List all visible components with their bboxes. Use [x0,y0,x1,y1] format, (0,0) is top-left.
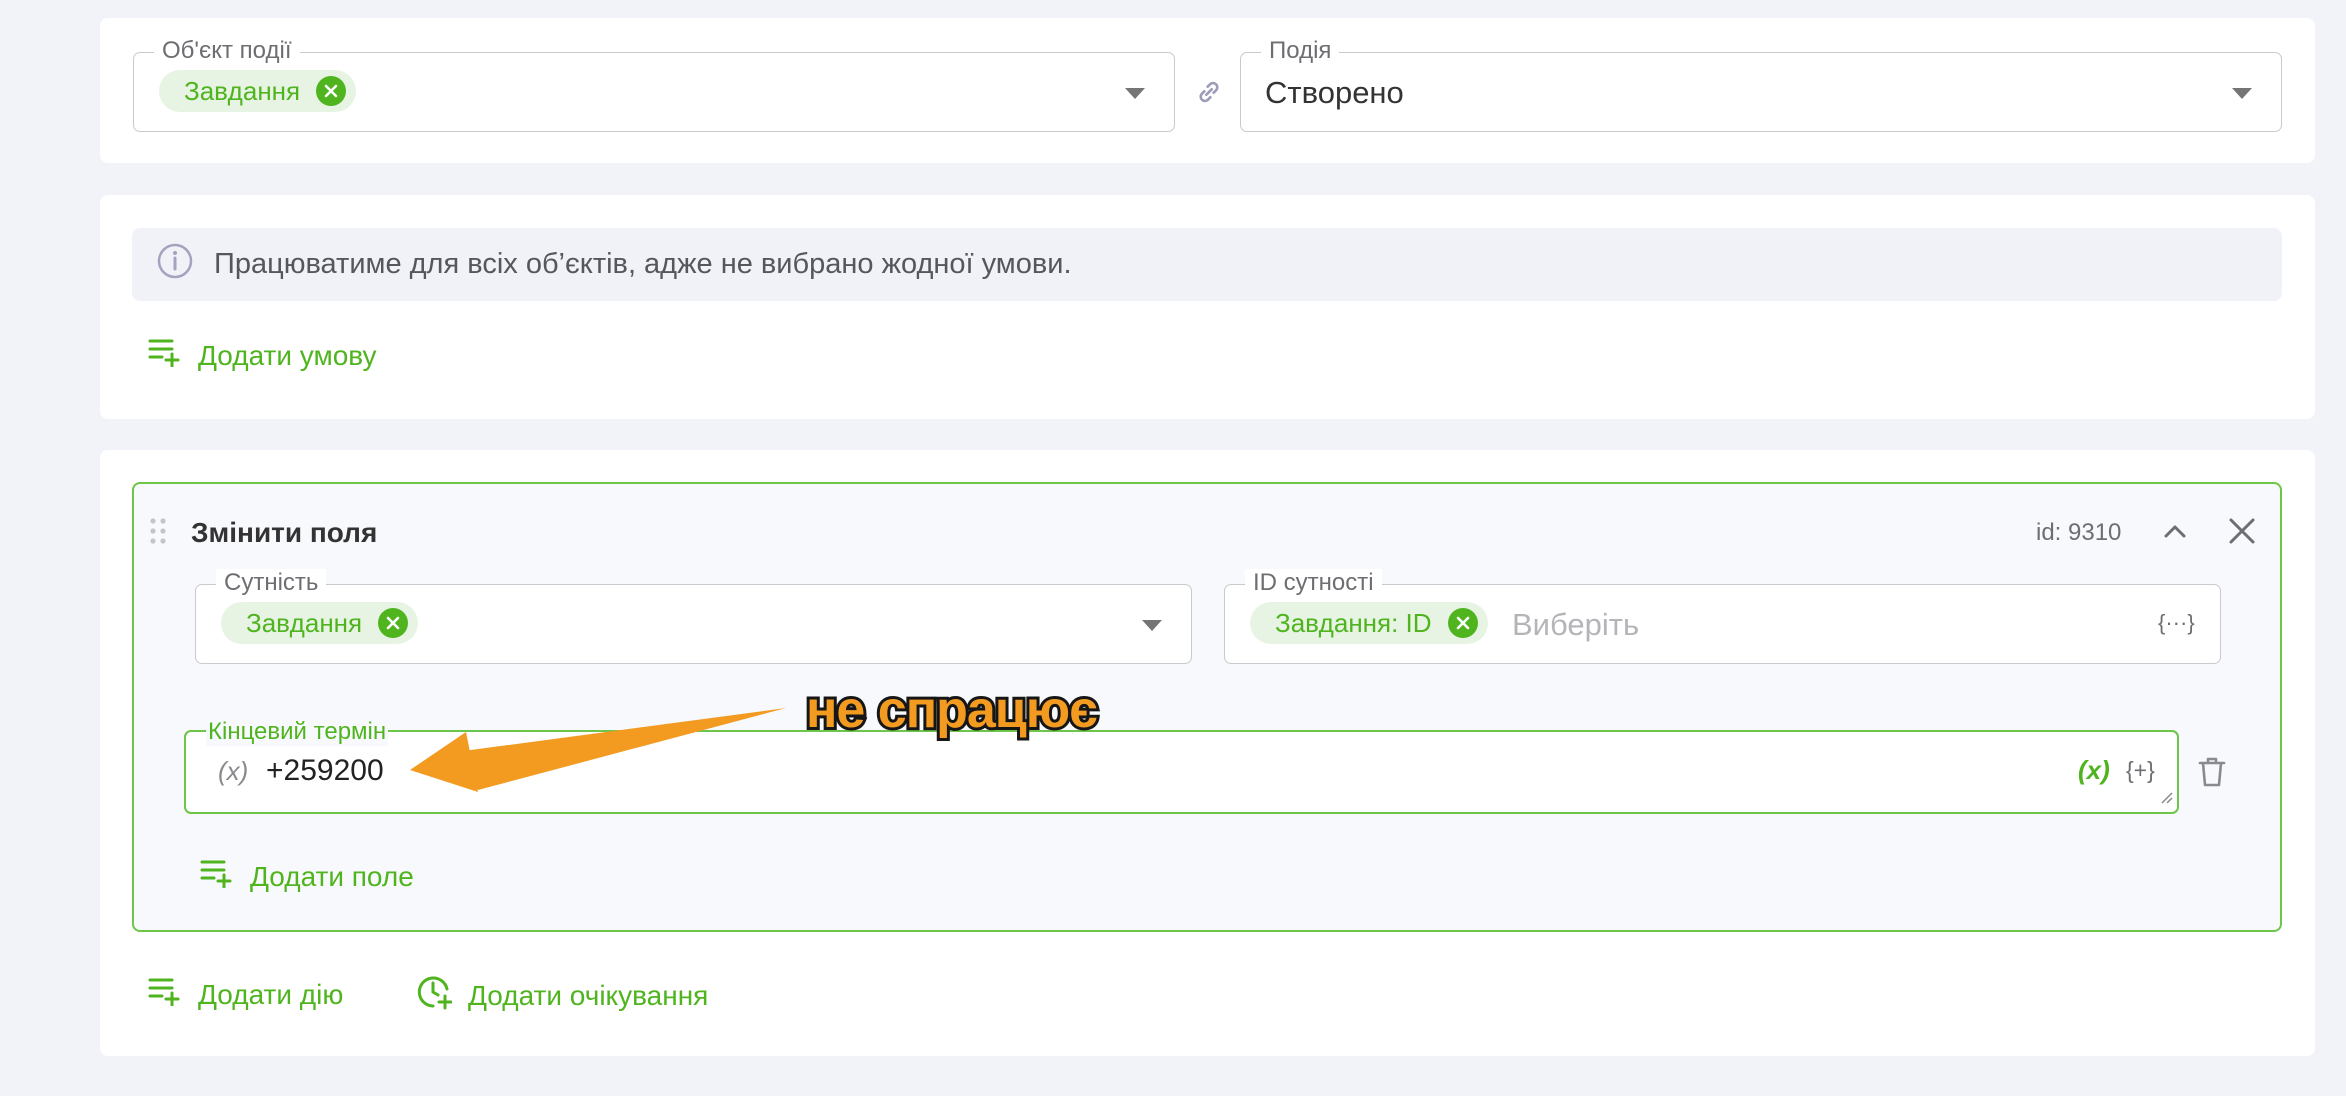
add-wait-button[interactable]: Додати очікування [416,974,708,1017]
entity-chip-label: Завдання [246,607,363,638]
actions-card: Змінити поля id: 9310 Сутність Завдання … [100,450,2315,1056]
remove-chip-icon[interactable] [378,608,409,638]
link-icon [1193,76,1225,113]
insert-variable-button[interactable]: (x) [2078,755,2110,786]
insert-function-button[interactable]: {+} [2126,757,2155,784]
close-icon[interactable] [2228,517,2256,550]
chevron-down-icon[interactable] [1142,620,1162,631]
trigger-card: Об'єкт події Завдання Подія Створено [100,18,2315,163]
remove-chip-icon[interactable] [316,76,347,106]
add-condition-label: Додати умову [198,339,377,371]
resize-handle-icon[interactable] [2159,790,2173,809]
add-action-label: Додати дію [198,978,344,1010]
deadline-value[interactable]: +259200 [266,754,384,788]
entity-id-label: ID сутності [1245,569,1382,597]
event-object-chip: Завдання [159,70,357,112]
action-title: Змінити поля [191,517,378,548]
entity-id-select[interactable]: ID сутності Завдання: ID Виберіть {···} [1224,569,2221,664]
entity-id-placeholder: Виберіть [1512,607,1640,642]
info-text: Працюватиме для всіх об’єктів, адже не в… [214,248,1072,280]
add-wait-label: Додати очікування [468,979,709,1011]
event-object-label: Об'єкт події [154,37,300,65]
event-value: Створено [1265,75,1404,110]
add-field-button[interactable]: Додати поле [200,858,414,895]
braces-dots-icon[interactable]: {···} [2158,610,2195,636]
event-select[interactable]: Подія Створено [1240,37,2282,132]
entity-label: Сутність [216,569,327,597]
info-icon [156,242,194,288]
chevron-down-icon[interactable] [2232,88,2252,99]
add-list-icon [200,858,234,895]
conditions-card: Працюватиме для всіх об’єктів, адже не в… [100,195,2315,419]
entity-id-chip: Завдання: ID [1250,602,1488,644]
drag-handle-icon[interactable] [150,518,166,549]
action-id: id: 9310 [2036,519,2122,546]
variable-prefix-icon: (x) [218,756,249,786]
chevron-down-icon[interactable] [1125,88,1145,99]
entity-chip: Завдання [221,602,419,644]
annotation-text: не спрацює [803,678,1101,742]
clock-plus-icon [416,974,453,1017]
deadline-field[interactable]: Кінцевий термін (x) +259200 (x) {+} [184,718,2179,814]
add-action-button[interactable]: Додати дію [148,976,343,1013]
add-list-icon [148,337,182,374]
event-label: Подія [1261,37,1340,65]
info-banner: Працюватиме для всіх об’єктів, адже не в… [132,228,2282,301]
deadline-label: Кінцевий термін [206,718,389,746]
action-change-fields: Змінити поля id: 9310 Сутність Завдання … [132,482,2282,932]
remove-chip-icon[interactable] [1447,608,1478,638]
trash-icon[interactable] [2197,756,2227,793]
entity-id-chip-label: Завдання: ID [1275,607,1432,638]
add-condition-button[interactable]: Додати умову [148,337,377,374]
add-field-label: Додати поле [250,860,414,892]
event-object-chip-label: Завдання [184,75,301,106]
event-object-select[interactable]: Об'єкт події Завдання [133,37,1175,132]
add-list-icon [148,976,182,1013]
entity-select[interactable]: Сутність Завдання [195,569,1192,664]
chevron-up-icon[interactable] [2162,518,2188,549]
